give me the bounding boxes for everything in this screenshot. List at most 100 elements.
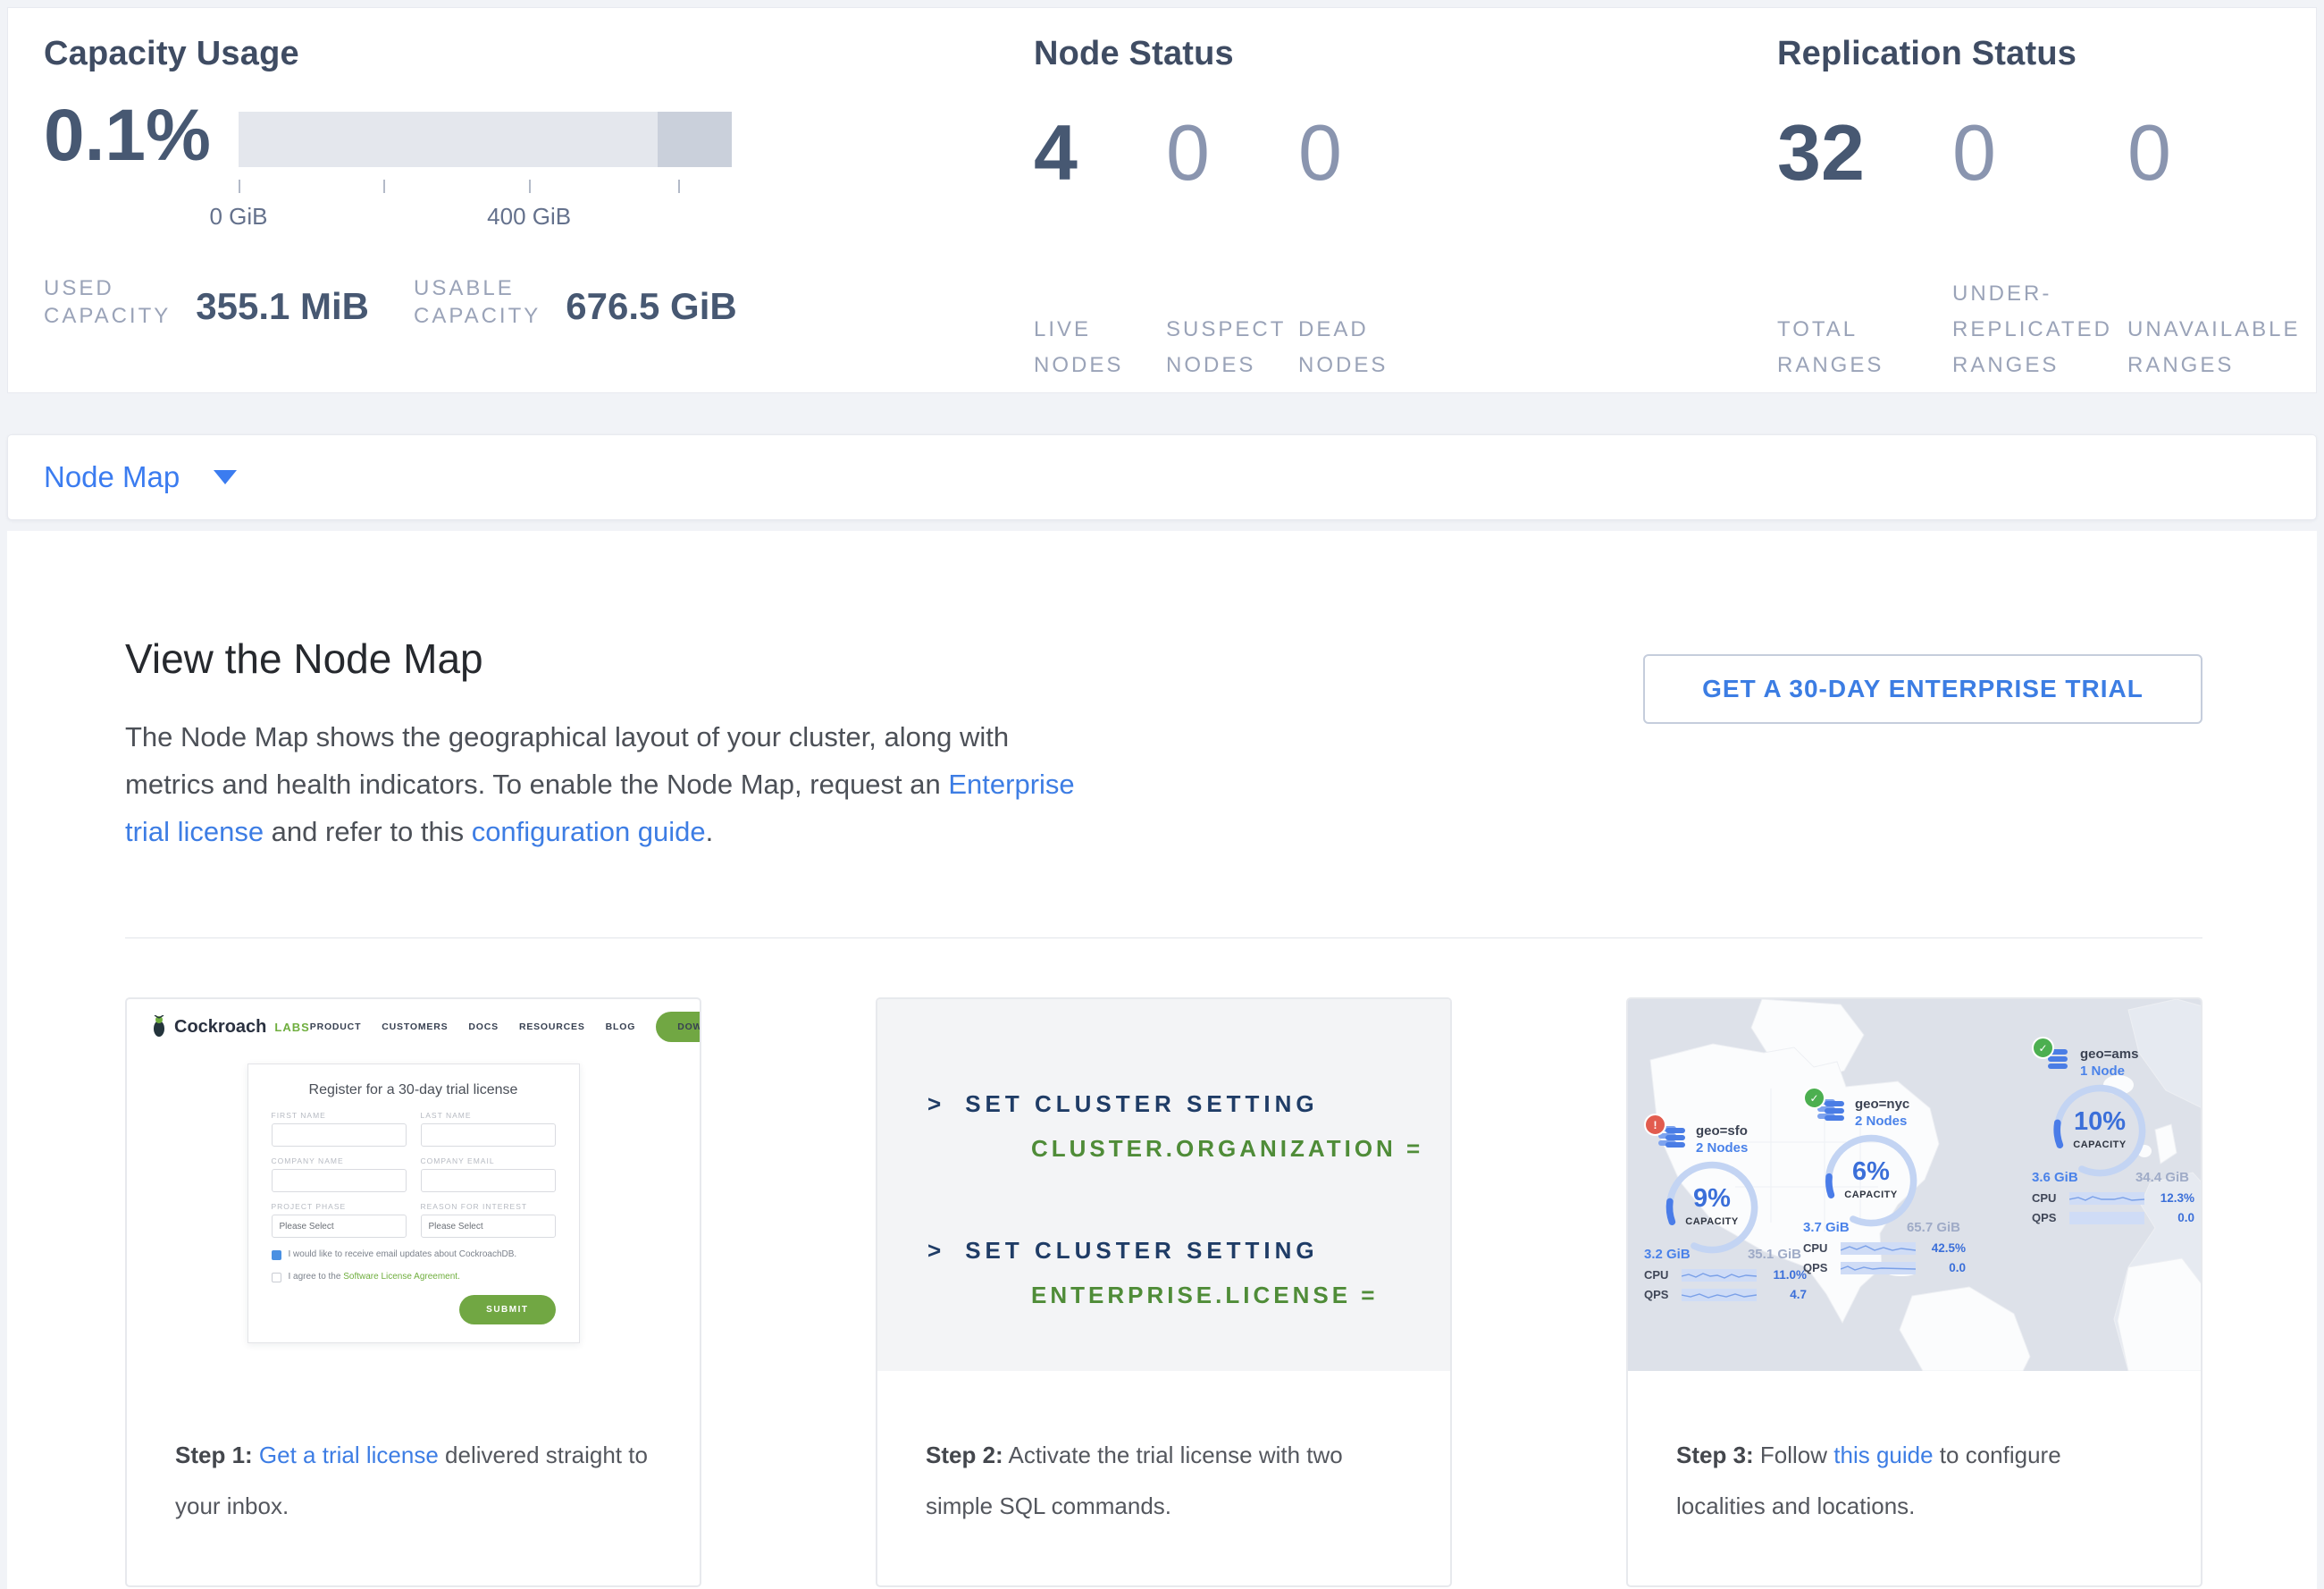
healthy-badge-icon: ✓: [2032, 1037, 2054, 1059]
license-agreement-checkbox-row: I agree to the Software License Agreemen…: [272, 1272, 556, 1282]
email-updates-checkbox-row: I would like to receive email updates ab…: [272, 1249, 556, 1260]
used-capacity-value: 355.1 MiB: [196, 285, 369, 330]
used-capacity-label: USED CAPACITY: [44, 274, 171, 330]
capacity-gauge: 9% CAPACITY: [1664, 1159, 1760, 1256]
get-enterprise-trial-button[interactable]: GET A 30-DAY ENTERPRISE TRIAL: [1643, 654, 2202, 724]
text-input: [272, 1169, 407, 1192]
suspect-nodes-value: 0: [1166, 114, 1298, 192]
cpu-sparkline: [1841, 1242, 1916, 1255]
cpu-row: CPU 12.3%: [2032, 1191, 2194, 1205]
capacity-percent: 6%: [1823, 1157, 1919, 1187]
sql-argument: CLUSTER.ORGANIZATION =: [927, 1126, 1450, 1171]
node-status-title: Node Status: [1034, 35, 1234, 73]
mini-site-header: Cockroach LABS PRODUCT CUSTOMERS DOCS RE…: [127, 999, 700, 1055]
replication-values: 32 0 0: [1777, 114, 2303, 192]
sql-command: >SET CLUSTER SETTING ENTERPRISE.LICENSE …: [927, 1228, 1450, 1317]
node-status-labels: LIVENODES SUSPECTNODES DEADNODES: [1034, 265, 1430, 383]
capacity-percent: 10%: [2051, 1107, 2148, 1137]
qps-row: QPS 4.7: [1644, 1288, 1807, 1301]
usable-capacity-value: 676.5 GiB: [566, 285, 736, 330]
replication-status-section: Replication Status 32 0 0 TOTALRANGES UN…: [1777, 8, 2295, 392]
text-input: [421, 1169, 556, 1192]
cpu-row: CPU 11.0%: [1644, 1268, 1807, 1282]
capacity-gauge: 6% CAPACITY: [1823, 1132, 1919, 1229]
qps-value: 4.7: [1790, 1288, 1807, 1301]
step-1-caption: Step 1: Get a trial license delivered st…: [127, 1371, 700, 1532]
qps-sparkline: [1682, 1289, 1757, 1301]
cpu-value: 42.5%: [1932, 1241, 1966, 1255]
capacity-stats: USED CAPACITY 355.1 MiB USABLE CAPACITY …: [44, 274, 737, 330]
form-field: REASON FOR INTERESTPlease Select: [421, 1202, 556, 1238]
dead-nodes-value: 0: [1298, 114, 1430, 192]
step-3-card: ! geo=sfo 2 Nodes: [1626, 997, 2202, 1587]
trial-license-site-thumbnail: Cockroach LABS PRODUCT CUSTOMERS DOCS RE…: [127, 999, 700, 1371]
qps-row: QPS 0.0: [1803, 1261, 1966, 1274]
axis-tick: [383, 180, 385, 193]
axis-tick: [529, 180, 531, 193]
dead-nodes-label: DEADNODES: [1298, 265, 1430, 383]
cpu-sparkline: [1682, 1269, 1757, 1282]
locality-node-count: 1 Node: [2080, 1063, 2138, 1080]
prompt-symbol: >: [927, 1090, 945, 1117]
usable-capacity-label: USABLE CAPACITY: [414, 274, 541, 330]
axis-tick-label: 0 GiB: [209, 203, 267, 231]
get-trial-license-link[interactable]: Get a trial license: [259, 1442, 439, 1468]
node-map-thumbnail: ! geo=sfo 2 Nodes: [1628, 999, 2201, 1371]
alert-badge-icon: !: [1644, 1114, 1666, 1136]
capacity-gauge: 10% CAPACITY: [2051, 1082, 2148, 1179]
chevron-down-icon: [214, 470, 237, 484]
qps-row: QPS 0.0: [2032, 1211, 2194, 1224]
step-2-card: >SET CLUSTER SETTING CLUSTER.ORGANIZATIO…: [876, 997, 1452, 1587]
axis-tick: [239, 180, 240, 193]
checkbox-checked-icon: [272, 1250, 281, 1260]
form-field: COMPANY EMAIL: [421, 1156, 556, 1192]
cockroach-labs-logo: Cockroach LABS: [150, 1015, 310, 1038]
configuration-guide-link[interactable]: configuration guide: [472, 816, 706, 847]
locality-nyc: ✓ geo=nyc 2 Nodes: [1803, 1096, 1969, 1274]
description-text: The Node Map shows the geographical layo…: [125, 721, 1009, 752]
nav-item: RESOURCES: [519, 1022, 585, 1032]
step-1-card: Cockroach LABS PRODUCT CUSTOMERS DOCS RE…: [125, 997, 701, 1587]
step-3-caption: Step 3: Follow this guide to configure l…: [1628, 1371, 2201, 1532]
capacity-label: CAPACITY: [1823, 1190, 1919, 1200]
form-field: LAST NAME: [421, 1111, 556, 1147]
unavailable-ranges-label: UNAVAILABLERANGES: [2127, 265, 2303, 383]
prompt-symbol: >: [927, 1237, 945, 1264]
form-field: COMPANY NAME: [272, 1156, 407, 1192]
enterprise-trial-license-link[interactable]: Enterprise: [948, 769, 1074, 800]
cluster-summary-bar: Capacity Usage 0.1% 0 GiB 400 GiB USED C…: [7, 7, 2317, 393]
locality-ams: ✓ geo=ams 1 Node: [2032, 1046, 2198, 1224]
nav-item: PRODUCT: [310, 1022, 362, 1032]
view-selector-dropdown[interactable]: Node Map: [7, 434, 2317, 520]
nav-item: CUSTOMERS: [382, 1022, 448, 1032]
under-replicated-ranges-value: 0: [1952, 114, 2127, 192]
submit-button: SUBMIT: [459, 1295, 555, 1324]
qps-value: 0.0: [1949, 1261, 1966, 1274]
step-2-caption: Step 2: Activate the trial license with …: [877, 1371, 1450, 1532]
sql-command: >SET CLUSTER SETTING CLUSTER.ORGANIZATIO…: [927, 1081, 1450, 1171]
replication-status-title: Replication Status: [1777, 35, 2076, 73]
unavailable-ranges-value: 0: [2127, 114, 2303, 192]
live-nodes-value: 4: [1034, 114, 1166, 192]
logo-text: Cockroach: [174, 1017, 266, 1038]
text-input: [272, 1123, 407, 1147]
qps-value: 0.0: [2177, 1211, 2194, 1224]
capacity-usage-section: Capacity Usage 0.1% 0 GiB 400 GiB USED C…: [44, 8, 1000, 392]
steps-row: Cockroach LABS PRODUCT CUSTOMERS DOCS RE…: [125, 997, 2202, 1587]
description-text: .: [706, 816, 714, 847]
node-map-panel: View the Node Map The Node Map shows the…: [7, 531, 2317, 1589]
total-ranges-label: TOTALRANGES: [1777, 265, 1952, 383]
trial-registration-form: Register for a 30-day trial license FIRS…: [248, 1064, 580, 1343]
node-map-description: The Node Map shows the geographical layo…: [125, 713, 1108, 855]
node-status-values: 4 0 0: [1034, 114, 1430, 192]
checkbox-unchecked-icon: [272, 1273, 281, 1282]
form-field: FIRST NAME: [272, 1111, 407, 1147]
locality-name: geo=ams: [2080, 1046, 2138, 1063]
cpu-value: 11.0%: [1773, 1268, 1807, 1282]
capacity-axis: 0 GiB 400 GiB: [239, 180, 732, 233]
qps-sparkline: [1841, 1262, 1916, 1274]
enterprise-trial-license-link[interactable]: trial license: [125, 816, 264, 847]
qps-sparkline: [2069, 1212, 2144, 1224]
download-pill: DOWNLOAD: [656, 1012, 700, 1042]
this-guide-link[interactable]: this guide: [1833, 1442, 1933, 1468]
